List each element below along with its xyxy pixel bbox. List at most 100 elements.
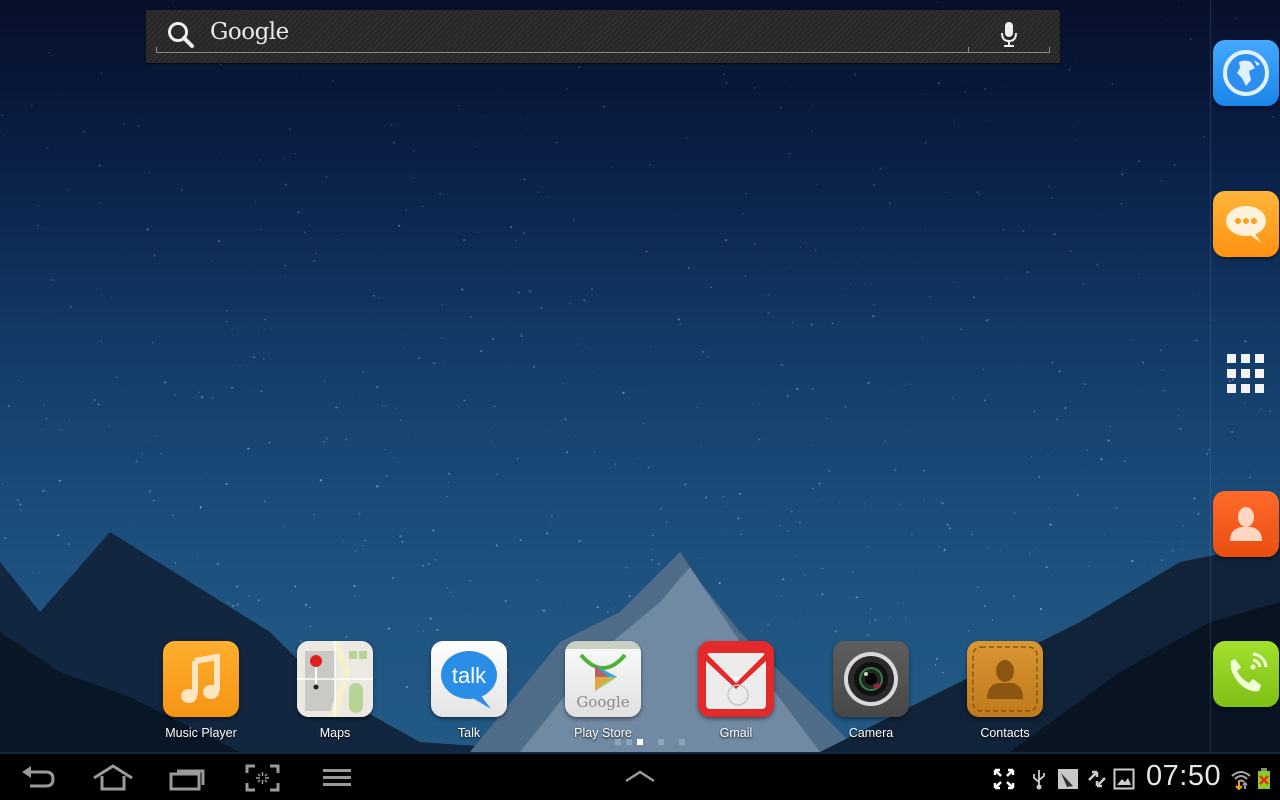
globe-icon xyxy=(1223,50,1269,96)
star xyxy=(760,464,762,466)
star xyxy=(458,105,460,107)
star xyxy=(268,441,271,444)
star xyxy=(37,204,39,207)
star xyxy=(828,469,831,473)
star xyxy=(725,81,728,84)
star xyxy=(226,310,228,312)
apps-grid-icon[interactable] xyxy=(1227,354,1265,394)
app-contacts[interactable]: Contacts xyxy=(950,641,1060,740)
star xyxy=(19,243,21,245)
back-button[interactable] xyxy=(20,764,56,792)
star xyxy=(806,486,807,488)
star xyxy=(879,167,882,170)
star xyxy=(737,517,740,520)
star xyxy=(983,87,986,90)
contact-card-icon xyxy=(967,641,1043,717)
star xyxy=(742,212,744,215)
status-clock[interactable]: 07:50 xyxy=(1146,760,1221,793)
star xyxy=(520,116,522,118)
star xyxy=(168,6,170,8)
app-music-player[interactable]: Music Player xyxy=(146,641,256,740)
star xyxy=(566,87,568,90)
google-search-widget[interactable]: Google xyxy=(146,10,1060,63)
page-dot[interactable] xyxy=(615,739,621,745)
app-play-store[interactable]: Google Play Store xyxy=(548,641,658,740)
star xyxy=(785,390,786,392)
star xyxy=(492,337,495,341)
page-dot[interactable] xyxy=(679,739,685,745)
star xyxy=(872,315,875,318)
star xyxy=(378,297,381,299)
star xyxy=(679,323,682,325)
app-talk[interactable]: talk Talk xyxy=(414,641,524,740)
star xyxy=(409,147,411,149)
star xyxy=(221,373,223,375)
debug-icon xyxy=(1057,768,1079,790)
star xyxy=(309,224,311,227)
app-maps[interactable]: Maps xyxy=(280,641,390,740)
star xyxy=(148,490,152,493)
star xyxy=(551,515,553,517)
screenshot-button[interactable] xyxy=(245,764,280,792)
star xyxy=(100,340,103,342)
star xyxy=(93,399,96,401)
search-label[interactable]: Google xyxy=(210,19,289,45)
star xyxy=(198,148,200,149)
star xyxy=(225,482,228,485)
star xyxy=(164,381,167,384)
recent-apps-button[interactable] xyxy=(168,764,206,792)
star xyxy=(313,260,316,263)
menu-button[interactable] xyxy=(323,764,351,792)
messaging-button[interactable] xyxy=(1213,191,1279,257)
star xyxy=(385,475,388,477)
star xyxy=(647,466,650,469)
page-dot[interactable] xyxy=(626,739,632,745)
star xyxy=(441,303,443,306)
contacts-dock-button[interactable] xyxy=(1213,491,1279,557)
star xyxy=(936,1,939,3)
star xyxy=(315,252,317,255)
star xyxy=(884,440,887,442)
gallery-icon xyxy=(1113,768,1135,790)
star xyxy=(509,225,513,229)
star xyxy=(753,243,756,245)
star xyxy=(502,92,504,93)
star xyxy=(888,202,891,204)
star xyxy=(527,459,529,461)
phone-button[interactable] xyxy=(1213,641,1279,707)
star xyxy=(1102,213,1104,215)
microphone-icon[interactable] xyxy=(998,21,1020,49)
star xyxy=(113,160,115,162)
search-icon[interactable] xyxy=(166,20,196,50)
page-dot-active[interactable] xyxy=(637,739,643,745)
star xyxy=(1121,173,1124,176)
star xyxy=(448,481,450,483)
app-gmail[interactable]: Gmail xyxy=(681,641,791,740)
star xyxy=(352,397,354,399)
page-dot[interactable] xyxy=(658,739,664,745)
home-button[interactable] xyxy=(92,764,134,792)
browser-button[interactable] xyxy=(1213,40,1279,106)
star xyxy=(649,164,652,166)
star xyxy=(1058,370,1061,373)
star xyxy=(199,506,202,509)
star xyxy=(780,113,782,116)
expand-up-button[interactable] xyxy=(624,768,656,783)
star xyxy=(172,514,175,516)
star xyxy=(951,397,954,400)
star xyxy=(284,265,287,267)
star xyxy=(873,184,876,186)
star xyxy=(52,278,55,282)
star xyxy=(108,425,111,427)
fullscreen-icon[interactable] xyxy=(993,768,1015,790)
app-camera[interactable]: Camera xyxy=(816,641,926,740)
star xyxy=(288,128,291,130)
star xyxy=(523,178,526,181)
star xyxy=(863,503,866,505)
star xyxy=(788,152,791,155)
star xyxy=(294,152,296,155)
star xyxy=(952,119,955,122)
back-icon xyxy=(22,766,55,788)
star xyxy=(174,394,176,396)
sync-icon xyxy=(1086,768,1108,790)
